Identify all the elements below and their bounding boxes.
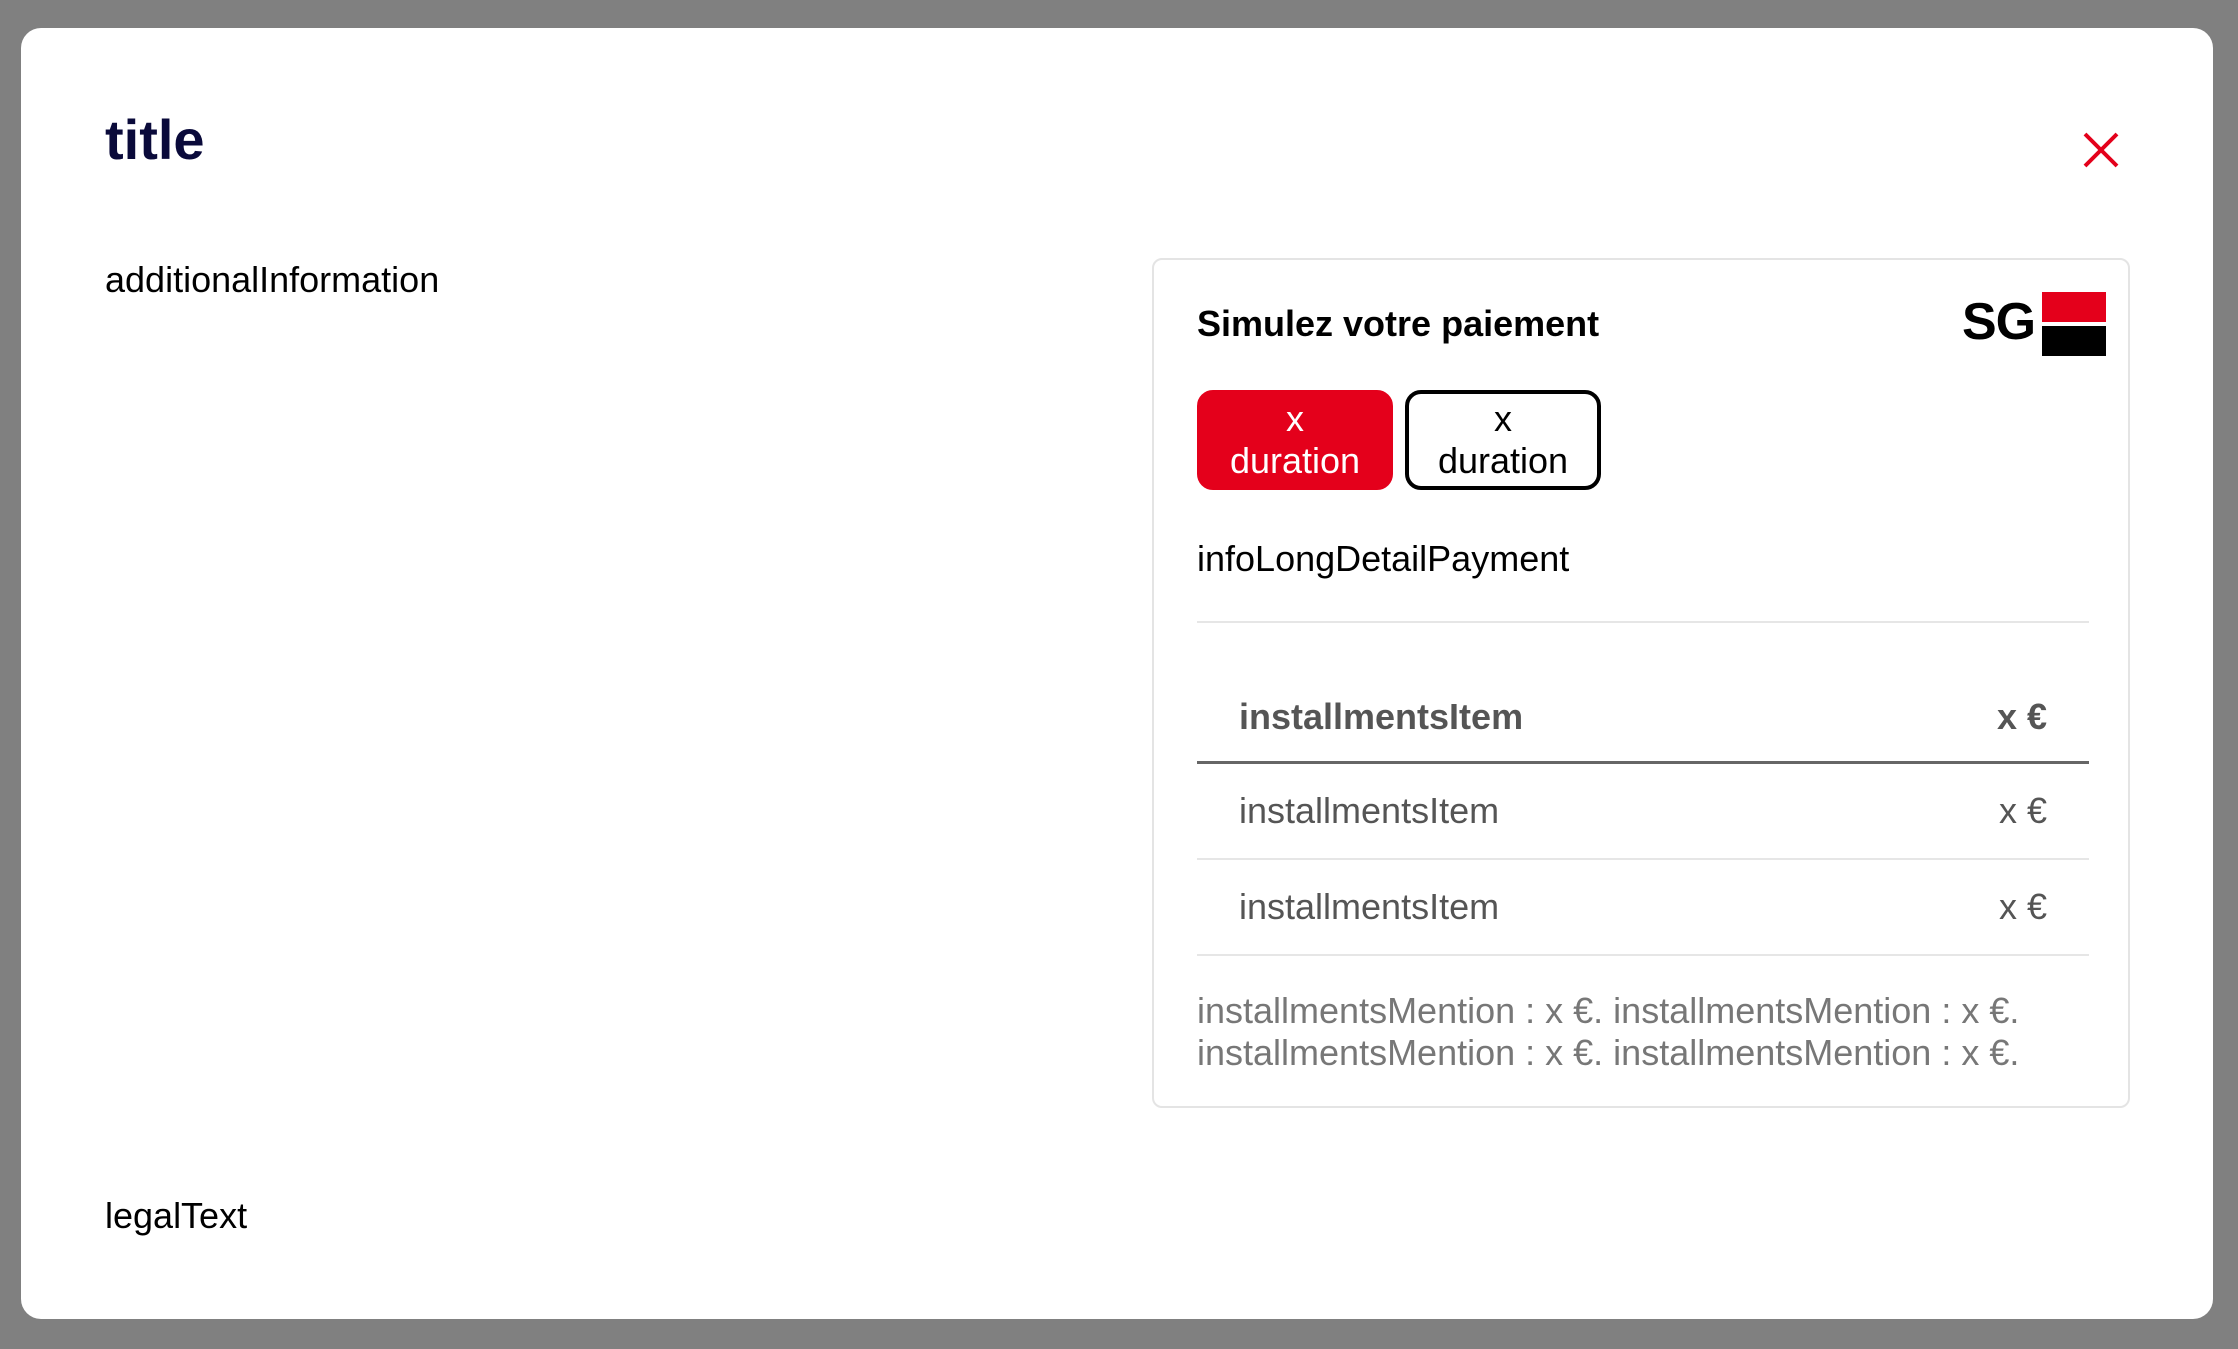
installment-amount: x € (1998, 790, 2047, 831)
installments-mention-line: installmentsMention : x €. installmentsM… (1197, 1032, 2020, 1073)
duration-option-selected[interactable]: x duration (1197, 390, 1393, 490)
close-button[interactable] (2071, 120, 2131, 180)
modal-title: title (105, 108, 205, 171)
installment-amount: x € (1996, 695, 2047, 737)
installments-row-header: installmentsItem x € (1197, 672, 2089, 764)
duration-option[interactable]: x duration (1405, 390, 1601, 490)
divider (1197, 621, 2089, 623)
installments-mention: installmentsMention : x €. installmentsM… (1197, 990, 2097, 1074)
info-long-detail-payment: infoLongDetailPayment (1197, 538, 1570, 579)
simulator-title: Simulez votre paiement (1197, 303, 1600, 344)
sg-logo-black-square (2042, 326, 2106, 356)
payment-simulator-card: Simulez votre paiement SG x duration x d… (1152, 258, 2130, 1108)
sg-logo-red-square (2042, 292, 2106, 322)
installments-row: installmentsItem x € (1197, 764, 2089, 860)
installment-label: installmentsItem (1239, 886, 1500, 927)
duration-selector: x duration x duration (1197, 390, 1601, 490)
close-icon (2083, 132, 2119, 168)
installment-label: installmentsItem (1239, 695, 1524, 737)
installments-mention-line: installmentsMention : x €. installmentsM… (1197, 990, 2020, 1031)
installment-amount: x € (1998, 886, 2047, 927)
installments-table: installmentsItem x € installmentsItem x … (1197, 672, 2089, 956)
legal-text: legalText (105, 1195, 248, 1236)
payment-modal: title additionalInformation Simulez votr… (21, 28, 2213, 1319)
sg-logo-text: SG (1962, 293, 2036, 351)
installments-row: installmentsItem x € (1197, 860, 2089, 956)
installment-label: installmentsItem (1239, 790, 1500, 831)
sg-logo: SG (1962, 292, 2106, 358)
additional-information: additionalInformation (105, 259, 440, 300)
